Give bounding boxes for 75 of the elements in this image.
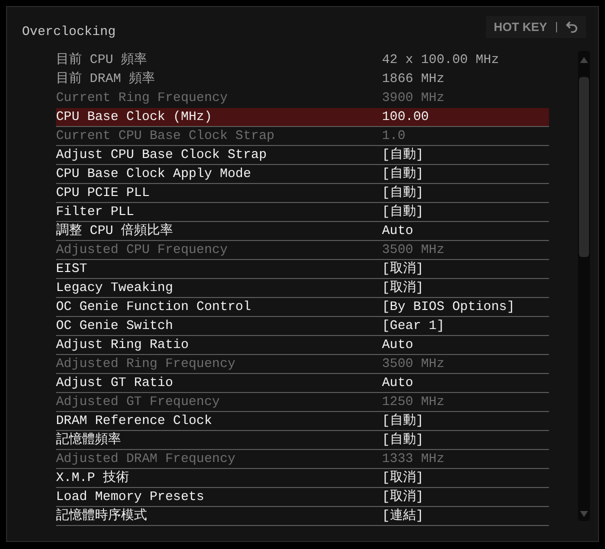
setting-label: DRAM Reference Clock <box>56 412 214 430</box>
setting-value: 3500 MHz <box>382 355 444 374</box>
setting-value: [連結] <box>382 507 424 526</box>
back-icon[interactable] <box>566 21 578 33</box>
setting-value: [Gear 1] <box>382 317 444 336</box>
setting-label: CPU Base Clock (MHz) <box>56 108 214 126</box>
setting-value: [自動] <box>382 412 424 430</box>
setting-row[interactable]: CPU Base Clock Apply Mode [自動] <box>56 165 550 184</box>
setting-value: [自動] <box>382 165 424 184</box>
scroll-up-icon[interactable] <box>580 57 588 63</box>
setting-label: Legacy Tweaking <box>56 279 174 298</box>
setting-label: Adjust Ring Ratio <box>56 336 190 354</box>
setting-row[interactable]: EIST [取消] <box>56 260 550 279</box>
setting-value: Auto <box>382 374 414 392</box>
hotkey-separator: | <box>554 20 559 35</box>
setting-value: [自動] <box>382 184 424 202</box>
setting-row[interactable]: Legacy Tweaking [取消] <box>56 279 550 298</box>
setting-label: Load Memory Presets <box>56 488 206 506</box>
setting-row[interactable]: X.M.P 技術 [取消] <box>56 469 550 488</box>
setting-label: CPU Base Clock Apply Mode <box>56 165 252 184</box>
setting-label: Current CPU Base Clock Strap <box>56 127 276 146</box>
setting-value: 1866 MHz <box>382 70 444 88</box>
setting-value: [取消] <box>382 279 424 298</box>
setting-value: Auto <box>382 222 414 240</box>
setting-label: Adjusted Ring Frequency <box>56 355 236 374</box>
setting-value: 1.0 <box>382 127 406 146</box>
setting-value: [取消] <box>382 469 424 488</box>
setting-value: [自動] <box>382 431 424 450</box>
scroll-thumb[interactable] <box>579 77 590 257</box>
setting-label: 記憶體頻率 <box>56 431 122 450</box>
setting-value: [取消] <box>382 260 424 278</box>
setting-label: Adjust CPU Base Clock Strap <box>56 146 268 164</box>
setting-row[interactable]: 記憶體時序模式 [連結] <box>56 507 550 526</box>
setting-value: 1250 MHz <box>382 393 444 412</box>
setting-row[interactable]: 調整 CPU 倍頻比率 Auto <box>56 222 550 241</box>
setting-label: Current Ring Frequency <box>56 89 229 108</box>
hotkey-button[interactable]: HOT KEY <box>494 18 548 36</box>
scrollbar[interactable] <box>578 51 590 521</box>
setting-value: 3500 MHz <box>382 241 444 260</box>
setting-label: 目前 CPU 頻率 <box>56 51 148 70</box>
setting-label: OC Genie Switch <box>56 317 174 336</box>
setting-row[interactable]: DRAM Reference Clock [自動] <box>56 412 550 431</box>
setting-row[interactable]: Adjust CPU Base Clock Strap [自動] <box>56 146 550 165</box>
scroll-down-icon[interactable] <box>580 511 588 517</box>
setting-value: [取消] <box>382 488 424 506</box>
setting-row[interactable]: Filter PLL [自動] <box>56 203 550 222</box>
setting-value: 1333 MHz <box>382 450 444 468</box>
setting-row[interactable]: OC Genie Switch [Gear 1] <box>56 317 550 336</box>
setting-label: OC Genie Function Control <box>56 298 252 316</box>
setting-value: 100.00 <box>382 108 429 126</box>
setting-value: Auto <box>382 336 414 354</box>
setting-label: Adjusted CPU Frequency <box>56 241 229 260</box>
setting-value: 3900 MHz <box>382 89 444 108</box>
setting-row[interactable]: Adjust Ring Ratio Auto <box>56 336 550 355</box>
setting-row[interactable]: 記憶體頻率 [自動] <box>56 431 550 450</box>
setting-label: Adjusted DRAM Frequency <box>56 450 236 468</box>
page-title: Overclocking <box>22 23 116 42</box>
setting-label: X.M.P 技術 <box>56 469 130 488</box>
setting-label: Filter PLL <box>56 203 136 222</box>
setting-value: [By BIOS Options] <box>382 298 515 316</box>
setting-label: 目前 DRAM 頻率 <box>56 70 156 88</box>
setting-label: CPU PCIE PLL <box>56 184 151 202</box>
setting-row[interactable]: OC Genie Function Control [By BIOS Options] <box>56 298 550 317</box>
setting-value: 42 x 100.00 MHz <box>382 51 500 70</box>
setting-value: [自動] <box>382 146 424 164</box>
setting-row[interactable]: CPU PCIE PLL [自動] <box>56 184 550 203</box>
setting-label: 調整 CPU 倍頻比率 <box>56 222 174 240</box>
setting-row[interactable]: Adjust GT Ratio Auto <box>56 374 550 393</box>
setting-label: 記憶體時序模式 <box>56 507 148 526</box>
setting-label: Adjusted GT Frequency <box>56 393 221 412</box>
setting-row[interactable]: CPU Base Clock (MHz) 100.00 <box>56 108 550 127</box>
setting-row[interactable]: Load Memory Presets [取消] <box>56 488 550 507</box>
setting-label: EIST <box>56 260 88 278</box>
setting-value: [自動] <box>382 203 424 222</box>
setting-label: Adjust GT Ratio <box>56 374 174 392</box>
